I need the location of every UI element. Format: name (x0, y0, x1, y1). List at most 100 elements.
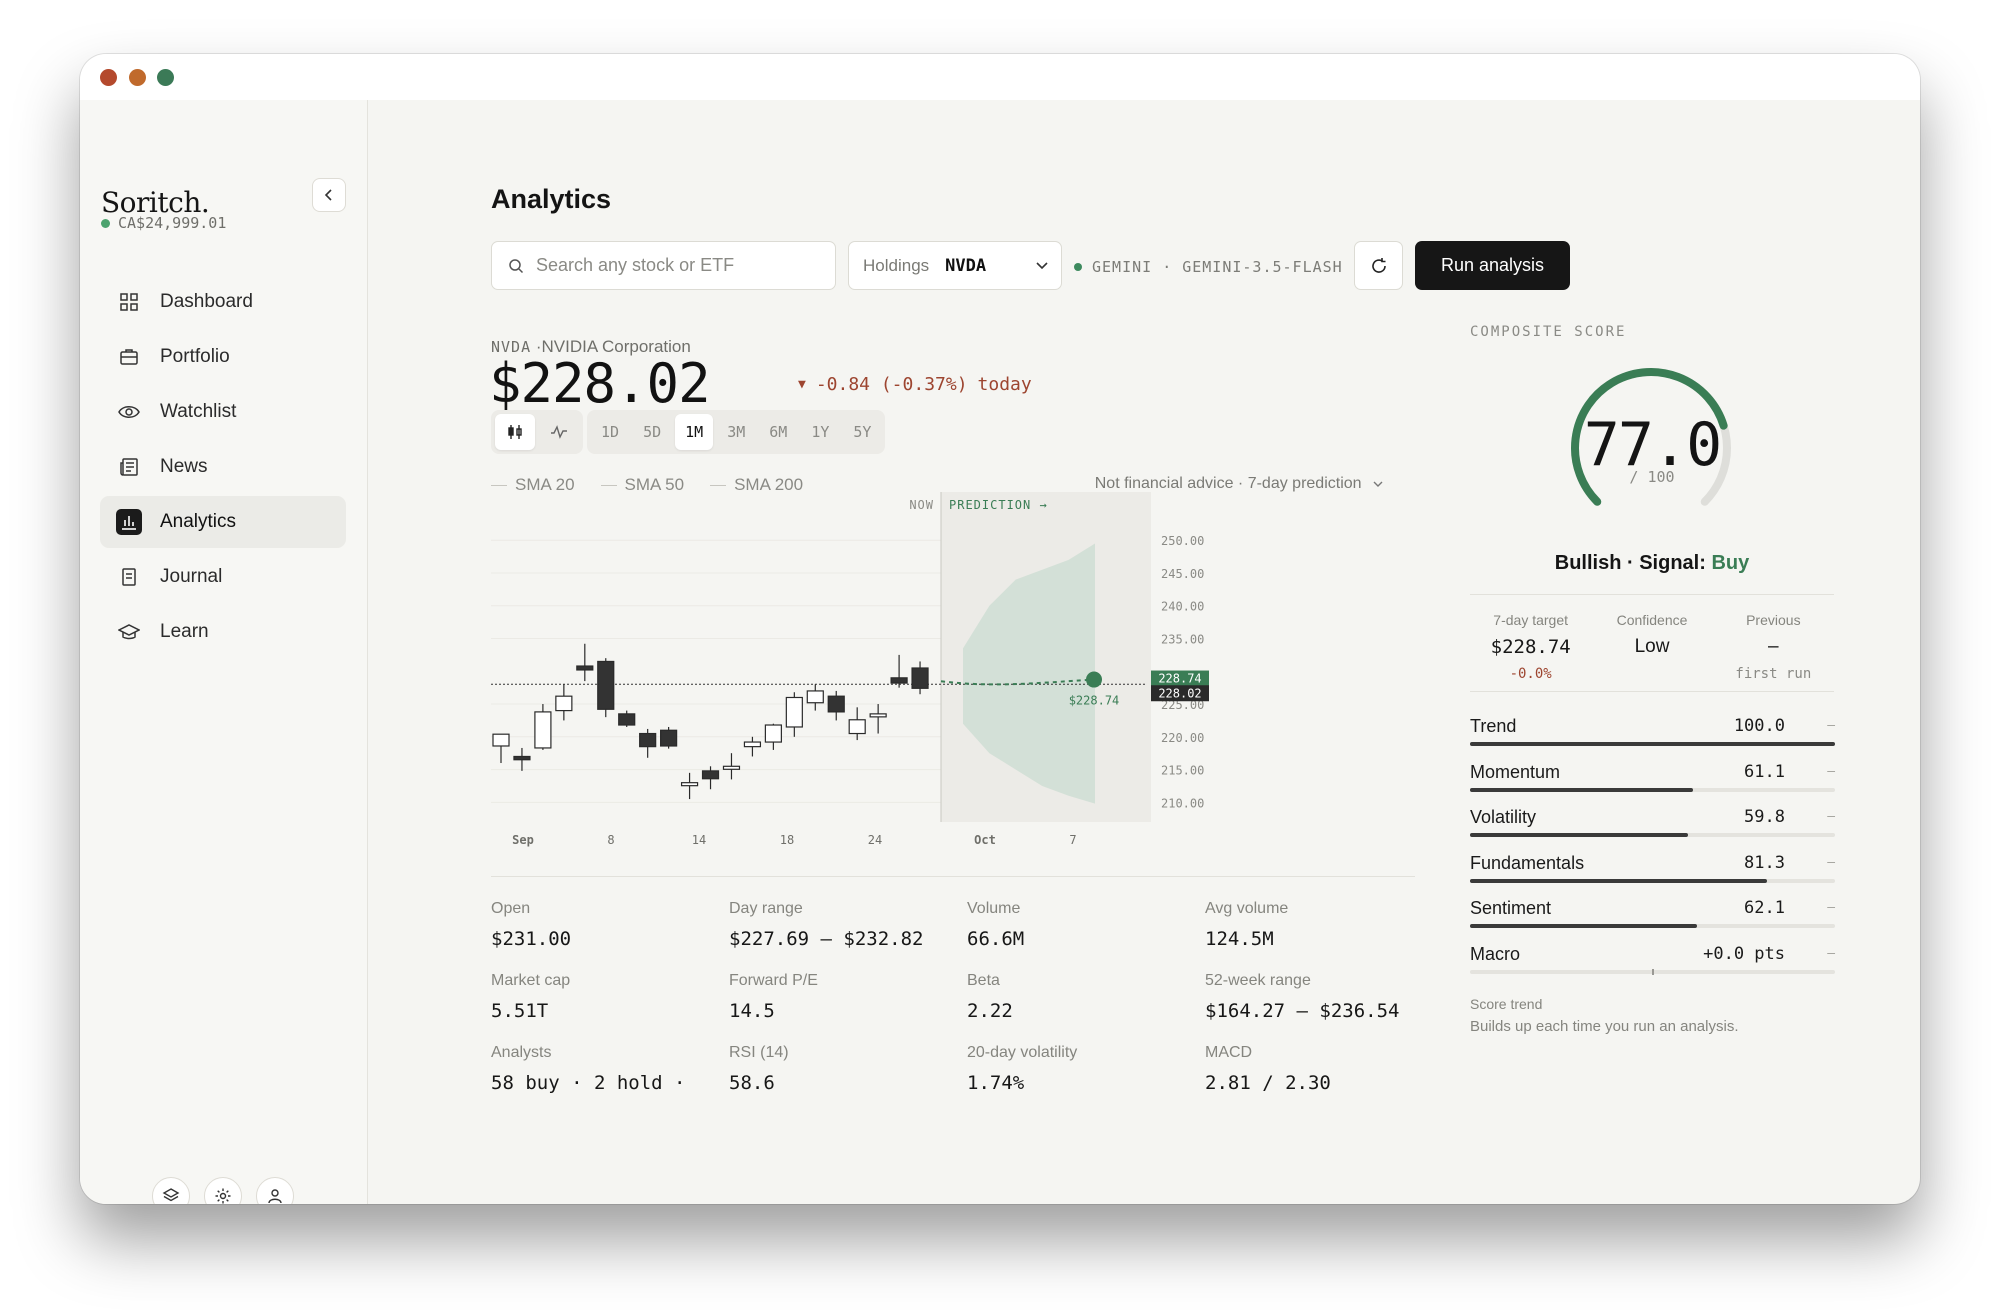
score-trend-title: Score trend (1470, 996, 1543, 1012)
sidebar-item-learn[interactable]: Learn (100, 606, 346, 658)
sidebar-item-journal[interactable]: Journal (100, 551, 346, 603)
stat-item: Avg volume 124.5M (1205, 900, 1443, 950)
factor-center-tick (1652, 968, 1654, 975)
candle-body[interactable] (827, 695, 845, 713)
panel-divider (1470, 691, 1834, 692)
collapse-sidebar-button[interactable] (312, 178, 346, 212)
range-5d[interactable]: 5D (633, 414, 671, 450)
sidebar-item-watchlist[interactable]: Watchlist (100, 386, 346, 438)
stat-value: 1.74% (967, 1072, 1025, 1094)
range-1y[interactable]: 1Y (801, 414, 839, 450)
stat-item: Analysts 58 buy · 2 hold · (491, 1044, 729, 1094)
candle-body[interactable] (890, 677, 908, 684)
x-tick-label: Sep (512, 833, 534, 847)
signal-label: · Signal: (1626, 552, 1706, 574)
stat-value: $227.69 – $232.82 (729, 928, 924, 950)
factor-row: Momentum 61.1 – (1470, 760, 1835, 806)
run-analysis-button[interactable]: Run analysis (1415, 241, 1570, 290)
holdings-select[interactable]: Holdings NVDA (848, 241, 1062, 290)
prediction-label: PREDICTION → (949, 498, 1048, 512)
stat-item: MACD 2.81 / 2.30 (1205, 1044, 1443, 1094)
sma-line-icon (600, 485, 617, 487)
sidebar-item-analytics[interactable]: Analytics (100, 496, 346, 548)
x-tick-label: 24 (868, 833, 882, 847)
candlestick-icon (508, 425, 522, 439)
status-dot (1074, 263, 1082, 271)
previous-value: – (1768, 636, 1779, 657)
candle-body[interactable] (597, 660, 615, 710)
factor-value: 100.0 (1733, 716, 1785, 736)
previous-label: Previous (1746, 612, 1801, 628)
factor-name: Volatility (1470, 807, 1537, 828)
search-input[interactable]: Search any stock or ETF (491, 241, 836, 290)
candle-body[interactable] (848, 719, 866, 735)
candle-body[interactable] (492, 733, 510, 747)
refresh-button[interactable] (1354, 241, 1403, 290)
line-chart-toggle[interactable] (539, 414, 579, 450)
candle-body[interactable] (534, 711, 552, 749)
candle-body[interactable] (513, 755, 531, 761)
stat-value: 14.5 (729, 1000, 775, 1022)
now-label: NOW (909, 498, 934, 512)
range-1d[interactable]: 1D (591, 414, 629, 450)
sidebar-item-label: News (160, 456, 208, 477)
stat-item: 20-day volatility 1.74% (967, 1044, 1205, 1094)
candle-body[interactable] (869, 713, 887, 718)
candle-body[interactable] (722, 765, 741, 770)
signal-verdict: Bullish · Signal: Buy (1470, 552, 1834, 575)
stat-value: 124.5M (1205, 928, 1274, 950)
maximize-window-button[interactable] (157, 69, 174, 86)
stat-value: 2.81 / 2.30 (1205, 1072, 1331, 1094)
sidebar-item-news[interactable]: News (100, 441, 346, 493)
candle-body[interactable] (660, 729, 678, 747)
candle-body[interactable] (743, 741, 762, 748)
target-point[interactable] (1086, 671, 1102, 688)
previous-cell: Previous – first run (1713, 612, 1834, 682)
layers-button[interactable] (152, 1177, 190, 1204)
key-stats: Open $231.00 Day range $227.69 – $232.82 Vol… (491, 900, 1451, 1094)
factor-bar-track (1470, 742, 1835, 746)
factor-bar-track (1470, 787, 1835, 792)
factor-delta: – (1827, 943, 1835, 960)
sidebar-item-dashboard[interactable]: Dashboard (100, 276, 346, 328)
sidebar-footer (152, 1177, 294, 1204)
range-3m[interactable]: 3M (717, 414, 755, 450)
candle-body[interactable] (701, 770, 720, 780)
target-annotation: $228.74 (1069, 694, 1120, 708)
minimize-window-button[interactable] (129, 69, 146, 86)
candle-body[interactable] (639, 732, 657, 748)
close-window-button[interactable] (100, 69, 117, 86)
verdict-text: Bullish (1554, 552, 1622, 574)
stat-item: Beta 2.22 (967, 972, 1205, 1022)
candlestick-toggle[interactable] (495, 414, 535, 450)
sidebar-item-portfolio[interactable]: Portfolio (100, 331, 346, 383)
candle-body[interactable] (680, 782, 699, 787)
sidebar-item-label: Portfolio (160, 346, 230, 367)
confidence-cell: Confidence Low (1591, 612, 1712, 682)
candle-body[interactable] (764, 724, 782, 743)
candle-body[interactable] (911, 667, 929, 689)
candle-body[interactable] (806, 690, 824, 704)
range-1m[interactable]: 1M (675, 414, 714, 450)
factor-bar-track (1470, 833, 1835, 838)
price-chart[interactable]: 250.00245.00240.00235.00225.00220.00215.… (489, 492, 1429, 862)
candle-body[interactable] (555, 695, 573, 712)
prediction-dropdown[interactable]: Not financial advice · 7-day prediction (1095, 475, 1384, 493)
stat-item: Volume 66.6M (967, 900, 1205, 950)
candle-body[interactable] (785, 696, 803, 728)
factor-breakdown: Trend 100.0– Momentum 61.1– Volatility 59.8– F… (1470, 714, 1835, 988)
confidence-label: Confidence (1616, 612, 1688, 628)
stat-label: Market cap (491, 972, 571, 989)
candle-body[interactable] (576, 665, 594, 671)
candle-body[interactable] (618, 713, 636, 726)
range-6m[interactable]: 6M (759, 414, 797, 450)
sidebar-item-label: Dashboard (160, 291, 253, 312)
stat-value: 2.22 (967, 1000, 1013, 1022)
profile-button[interactable] (256, 1177, 294, 1204)
eye-icon (116, 399, 142, 425)
page-title: Analytics (491, 184, 612, 214)
range-5y[interactable]: 5Y (843, 414, 881, 450)
settings-button[interactable] (204, 1177, 242, 1204)
composite-score-max: / 100 (1629, 468, 1675, 486)
stat-label: Forward P/E (729, 972, 818, 989)
